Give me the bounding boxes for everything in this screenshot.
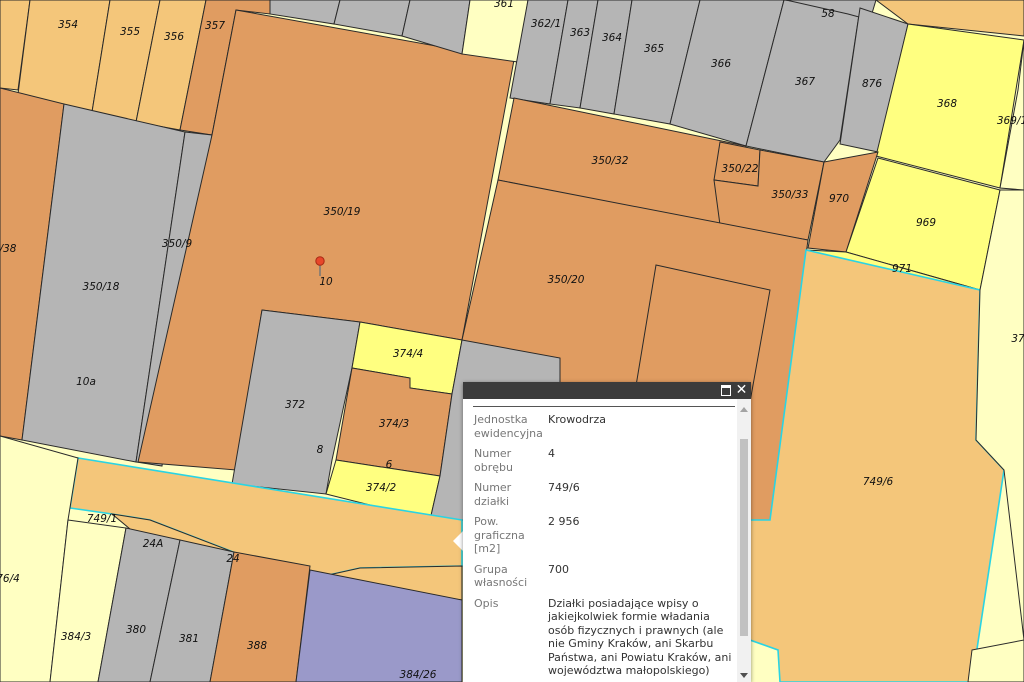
label-381: 381 [179,633,199,645]
attribute-key: Grupa własności [474,562,528,590]
attribute-key: Jednostka ewidencyjna [474,413,543,440]
attribute-value: 749/6 [548,481,580,494]
label-749-6: 749/6 [863,476,894,488]
label-366: 366 [711,58,731,70]
label-749-1: 749/1 [87,513,117,525]
label-354: 354 [58,19,78,31]
label-970: 970 [829,193,849,205]
label-364: 364 [602,32,622,44]
attribute-row: Grupa własności 700 [470,563,732,597]
label-10a: 10a [76,376,96,388]
attribute-value: 4 [548,447,555,460]
scroll-thumb[interactable] [740,439,748,636]
attribute-row: Opis Działki posiadające wpisy o jakiejk… [470,597,732,682]
label-350-33: 350/33 [772,189,809,201]
label-6: 6 [386,459,393,471]
label-350-9: 350/9 [162,238,193,250]
label-355: 355 [120,26,140,38]
label-365: 365 [644,43,664,55]
label-363: 363 [570,27,590,39]
close-icon[interactable]: ✕ [734,383,749,398]
label-58: 58 [821,8,835,20]
label-380: 380 [126,624,146,636]
label-356: 356 [164,31,184,43]
label-350-32: 350/32 [592,155,629,167]
maximize-icon[interactable] [718,383,733,398]
label-971: 971 [892,263,912,275]
label-24: 24 [226,553,239,565]
label-374-2: 374/2 [366,482,397,494]
label-368: 368 [937,98,957,110]
label-350-20: 350/20 [548,274,585,286]
label-876: 876 [862,78,882,90]
attribute-value: Działki posiadające wpisy o jakiejkolwie… [548,596,732,678]
attribute-row: Numer obrębu 4 [470,447,732,481]
attribute-table: Jednostka ewidencyjna Krowodrza Numer ob… [470,413,732,682]
attribute-key: Opis [474,596,499,610]
label-10: 10 [319,276,333,288]
attribute-value: 700 [548,562,569,576]
attribute-row: Jednostka ewidencyjna Krowodrza [470,413,732,447]
label-384-3: 384/3 [61,631,91,643]
label-361: 361 [494,0,514,10]
label-38: /38 [0,243,17,255]
attribute-value: Krowodrza [548,413,606,426]
label-969: 969 [916,217,936,229]
label-350-22: 350/22 [722,163,759,175]
attribute-value: 2 956 [548,515,580,528]
label-367: 367 [795,76,815,88]
label-8: 8 [317,444,324,456]
label-388: 388 [247,640,267,652]
label-37: 37 [1011,333,1024,345]
label-350-18: 350/18 [83,281,120,293]
label-350-19: 350/19 [324,206,361,218]
popup-pointer [453,531,463,551]
label-362-1: 362/1 [531,18,561,30]
popup-titlebar[interactable]: ✕ [463,382,751,399]
label-24a: 24A [143,538,164,550]
label-374-3: 374/3 [379,418,409,430]
label-372: 372 [285,399,305,411]
attribute-key: Pow. graficzna [m2] [474,515,525,555]
label-374-4: 374/4 [393,348,423,360]
popup-body: Jednostka ewidencyjna Krowodrza Numer ob… [463,399,737,682]
attribute-row: Pow. graficzna [m2] 2 956 [470,515,732,563]
label-357: 357 [205,20,225,32]
label-76-4: 76/4 [0,573,20,585]
attribute-key: Numer obrębu [474,447,513,474]
label-384-26: 384/26 [400,669,437,681]
label-369-1: 369/1 [997,115,1024,127]
scroll-down-arrow-icon[interactable] [740,673,748,678]
scroll-up-arrow-icon[interactable] [740,407,748,412]
popup-scrollbar[interactable] [737,399,751,682]
attribute-row: Numer działki 749/6 [470,481,732,515]
feature-info-popup[interactable]: ✕ Jednostka ewidencyjna Krowodrza Numer … [463,382,751,682]
popup-divider [473,406,735,407]
attribute-key: Numer działki [474,481,512,508]
